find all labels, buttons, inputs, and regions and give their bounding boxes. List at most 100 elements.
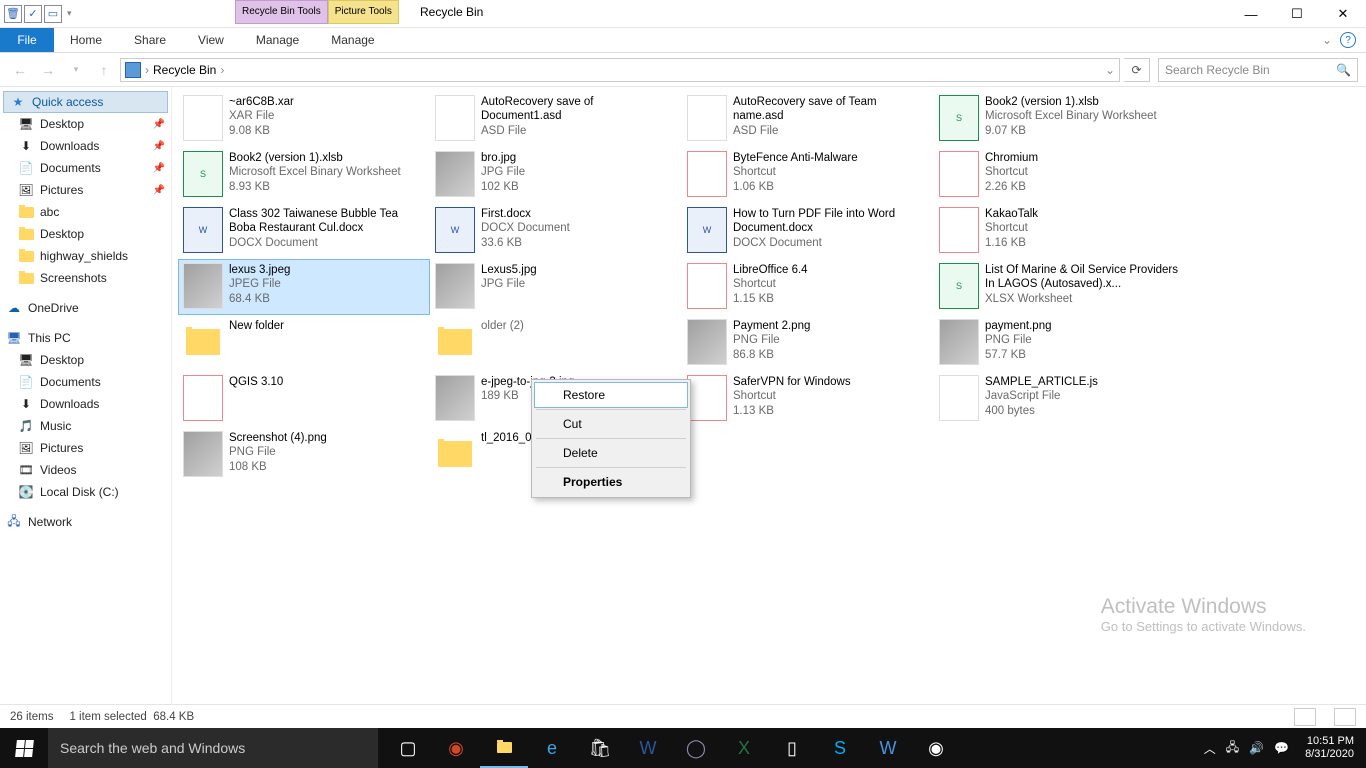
file-list[interactable]: ~ar6C8B.xar XAR File 9.08 KB AutoRecover… xyxy=(172,87,1366,704)
volume-icon[interactable]: 🔊 xyxy=(1249,741,1264,755)
edge-icon[interactable]: e xyxy=(528,728,576,768)
tab-share[interactable]: Share xyxy=(118,28,182,52)
sidebar-item[interactable]: ⬇Downloads📌 xyxy=(0,135,171,157)
quick-access-header[interactable]: ★ Quick access xyxy=(3,91,168,113)
sidebar-item[interactable]: 🖼Pictures xyxy=(0,437,171,459)
file-item[interactable]: AutoRecovery save of Team name.asd ASD F… xyxy=(682,91,934,147)
doc-icon[interactable]: ▯ xyxy=(768,728,816,768)
file-item[interactable]: payment.png PNG File 57.7 KB xyxy=(934,315,1186,371)
chevron-right-icon[interactable]: › xyxy=(145,63,149,77)
qat-icon[interactable]: ▭ xyxy=(44,5,62,23)
powerpoint-icon[interactable]: ◉ xyxy=(432,728,480,768)
task-view-icon[interactable]: ▢ xyxy=(384,728,432,768)
file-item[interactable]: W First.docx DOCX Document 33.6 KB xyxy=(430,203,682,259)
qat-dropdown-icon[interactable]: ▾ xyxy=(64,8,75,19)
sidebar-item[interactable]: 💽Local Disk (C:) xyxy=(0,481,171,503)
activate-windows-watermark: Activate Windows Go to Settings to activ… xyxy=(1101,595,1306,634)
tray-chevron-icon[interactable]: ︿ xyxy=(1204,740,1216,757)
file-meta: payment.png PNG File 57.7 KB xyxy=(985,319,1052,362)
network-header[interactable]: 🖧 Network xyxy=(0,511,171,533)
file-item[interactable]: AutoRecovery save of Document1.asd ASD F… xyxy=(430,91,682,147)
start-button[interactable] xyxy=(0,728,48,768)
wps-icon[interactable]: W xyxy=(864,728,912,768)
context-properties[interactable]: Properties xyxy=(534,469,688,495)
sidebar-item[interactable]: ⬇Downloads xyxy=(0,393,171,415)
excel-icon[interactable]: X xyxy=(720,728,768,768)
file-item[interactable]: lexus 3.jpeg JPEG File 68.4 KB xyxy=(178,259,430,315)
chevron-right-icon[interactable]: › xyxy=(220,63,224,77)
file-item[interactable]: S List Of Marine & Oil Service Providers… xyxy=(934,259,1186,315)
help-icon[interactable]: ? xyxy=(1340,32,1356,48)
file-item[interactable]: Screenshot (4).png PNG File 108 KB xyxy=(178,427,430,483)
file-explorer-icon[interactable] xyxy=(480,728,528,768)
file-item[interactable]: KakaoTalk Shortcut 1.16 KB xyxy=(934,203,1186,259)
file-tab[interactable]: File xyxy=(0,28,54,52)
collapse-ribbon-icon[interactable]: ⌄ xyxy=(1322,33,1332,47)
file-item[interactable]: Chromium Shortcut 2.26 KB xyxy=(934,147,1186,203)
file-item[interactable]: Lexus5.jpg JPG File xyxy=(430,259,682,315)
recycle-bin-tools-tab[interactable]: Recycle Bin Tools xyxy=(235,0,328,24)
file-item[interactable]: bro.jpg JPG File 102 KB xyxy=(430,147,682,203)
up-button[interactable]: ↑ xyxy=(92,58,116,82)
context-cut[interactable]: Cut xyxy=(534,411,688,437)
file-item[interactable]: S Book2 (version 1).xlsb Microsoft Excel… xyxy=(178,147,430,203)
sidebar-item[interactable]: 🖼Pictures📌 xyxy=(0,179,171,201)
minimize-button[interactable]: — xyxy=(1228,0,1274,28)
view-details-button[interactable] xyxy=(1294,708,1316,726)
file-item[interactable]: Payment 2.png PNG File 86.8 KB xyxy=(682,315,934,371)
file-item[interactable]: SAMPLE_ARTICLE.js JavaScript File 400 by… xyxy=(934,371,1186,427)
action-center-icon[interactable]: 💬 xyxy=(1274,741,1289,755)
word-icon[interactable]: W xyxy=(624,728,672,768)
picture-tools-tab[interactable]: Picture Tools xyxy=(328,0,399,24)
file-item[interactable]: S Book2 (version 1).xlsb Microsoft Excel… xyxy=(934,91,1186,147)
browser-icon[interactable]: ◯ xyxy=(672,728,720,768)
properties-icon[interactable]: ✓ xyxy=(24,5,42,23)
this-pc-header[interactable]: 🖥 This PC xyxy=(0,327,171,349)
back-button[interactable]: ← xyxy=(8,58,32,82)
recent-dropdown[interactable]: ▾ xyxy=(64,58,88,82)
sidebar-item[interactable]: 🎵Music xyxy=(0,415,171,437)
sidebar-item[interactable]: 🖥Desktop📌 xyxy=(0,113,171,135)
tab-view[interactable]: View xyxy=(182,28,240,52)
file-item[interactable]: ByteFence Anti-Malware Shortcut 1.06 KB xyxy=(682,147,934,203)
sidebar-item[interactable]: 🎞Videos xyxy=(0,459,171,481)
file-item[interactable]: SaferVPN for Windows Shortcut 1.13 KB xyxy=(682,371,934,427)
sidebar-item[interactable]: Desktop xyxy=(0,223,171,245)
file-item[interactable]: older (2) xyxy=(430,315,682,371)
view-icons-button[interactable] xyxy=(1334,708,1356,726)
sidebar-item[interactable]: 📄Documents📌 xyxy=(0,157,171,179)
file-item[interactable]: QGIS 3.10 xyxy=(178,371,430,427)
store-icon[interactable]: 🛍 xyxy=(576,728,624,768)
sidebar-item[interactable]: highway_shields xyxy=(0,245,171,267)
taskbar-search[interactable]: Search the web and Windows xyxy=(48,728,378,768)
search-box[interactable]: Search Recycle Bin 🔍 xyxy=(1158,58,1358,82)
sidebar-item[interactable]: 🖥Desktop xyxy=(0,349,171,371)
file-item[interactable]: ~ar6C8B.xar XAR File 9.08 KB xyxy=(178,91,430,147)
pin-icon: 📌 xyxy=(153,119,165,130)
file-item[interactable]: New folder xyxy=(178,315,430,371)
chrome-icon[interactable]: ◉ xyxy=(912,728,960,768)
taskbar-clock[interactable]: 10:51 PM 8/31/2020 xyxy=(1299,735,1360,761)
close-button[interactable]: ✕ xyxy=(1320,0,1366,28)
breadcrumb-item[interactable]: Recycle Bin xyxy=(153,63,216,77)
forward-button[interactable]: → xyxy=(36,58,60,82)
sidebar-item[interactable]: Screenshots xyxy=(0,267,171,289)
maximize-button[interactable]: ☐ xyxy=(1274,0,1320,28)
sidebar-item[interactable]: 📄Documents xyxy=(0,371,171,393)
skype-icon[interactable]: S xyxy=(816,728,864,768)
file-item[interactable]: W How to Turn PDF File into Word Documen… xyxy=(682,203,934,259)
onedrive-header[interactable]: ☁ OneDrive xyxy=(0,297,171,319)
network-tray-icon[interactable]: 🖧 xyxy=(1226,738,1239,759)
refresh-button[interactable]: ⟳ xyxy=(1124,58,1150,82)
tab-manage-recycle[interactable]: Manage xyxy=(240,28,315,52)
address-dropdown-icon[interactable]: ⌄ xyxy=(1105,63,1115,77)
context-restore[interactable]: Restore xyxy=(534,382,688,408)
address-bar[interactable]: › Recycle Bin › ⌄ xyxy=(120,58,1120,82)
tab-manage-picture[interactable]: Manage xyxy=(315,28,390,52)
file-item[interactable]: LibreOffice 6.4 Shortcut 1.15 KB xyxy=(682,259,934,315)
file-item[interactable]: W Class 302 Taiwanese Bubble Tea Boba Re… xyxy=(178,203,430,259)
recycle-bin-icon[interactable]: 🗑 xyxy=(4,5,22,23)
tab-home[interactable]: Home xyxy=(54,28,118,52)
context-delete[interactable]: Delete xyxy=(534,440,688,466)
sidebar-item[interactable]: abc xyxy=(0,201,171,223)
